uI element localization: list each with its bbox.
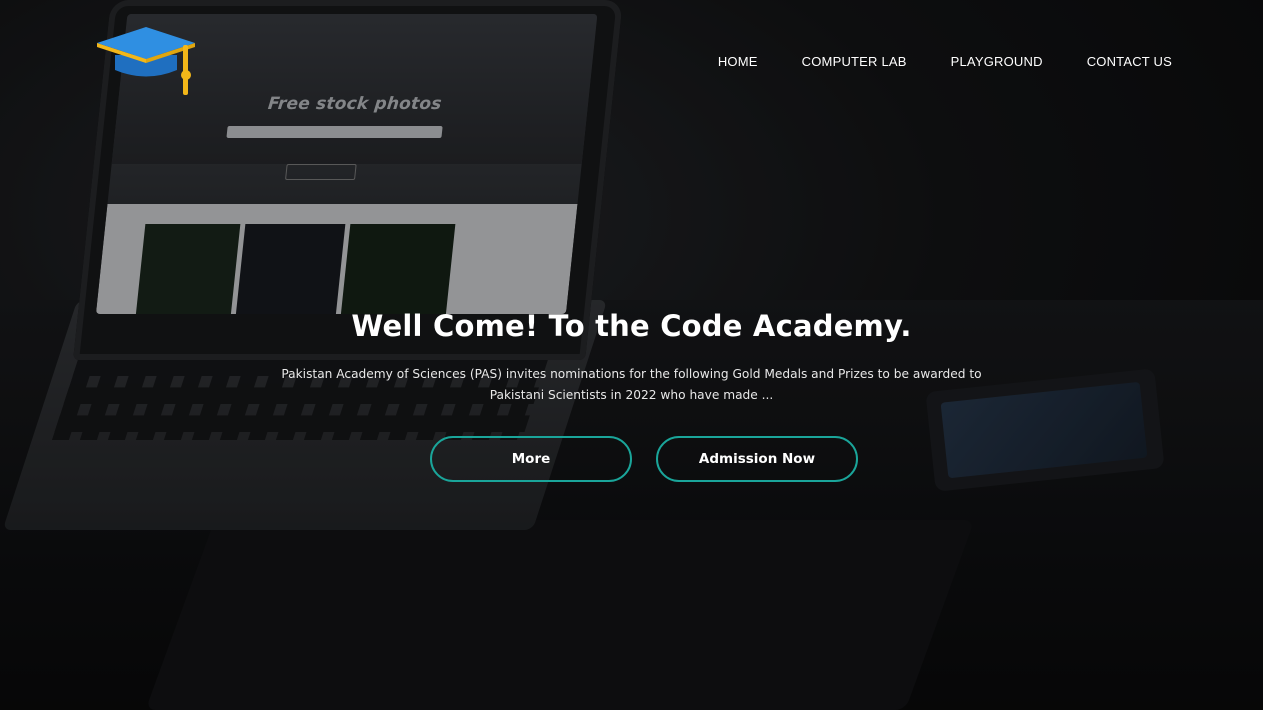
- hero-description-line-2: Pakistani Scientists in 2022 who have ma…: [489, 388, 774, 402]
- hero-actions: More Admission Now: [430, 436, 860, 482]
- nav-computer-lab[interactable]: COMPUTER LAB: [802, 52, 907, 72]
- main-nav: HOME COMPUTER LAB PLAYGROUND CONTACT US: [718, 52, 1172, 72]
- academy-logo[interactable]: [95, 25, 200, 97]
- graduation-cap-icon: [97, 27, 195, 95]
- hero-title: Well Come! To the Code Academy.: [351, 309, 912, 343]
- nav-contact-us[interactable]: CONTACT US: [1087, 52, 1172, 72]
- hero-description-line-1: Pakistan Academy of Sciences (PAS) invit…: [281, 367, 982, 381]
- nav-playground[interactable]: PLAYGROUND: [951, 52, 1043, 72]
- hero-section: Well Come! To the Code Academy. Pakistan…: [0, 300, 1263, 406]
- nav-home[interactable]: HOME: [718, 52, 758, 72]
- hero-description: Pakistan Academy of Sciences (PAS) invit…: [252, 364, 1012, 406]
- admission-now-button[interactable]: Admission Now: [656, 436, 858, 482]
- more-button[interactable]: More: [430, 436, 632, 482]
